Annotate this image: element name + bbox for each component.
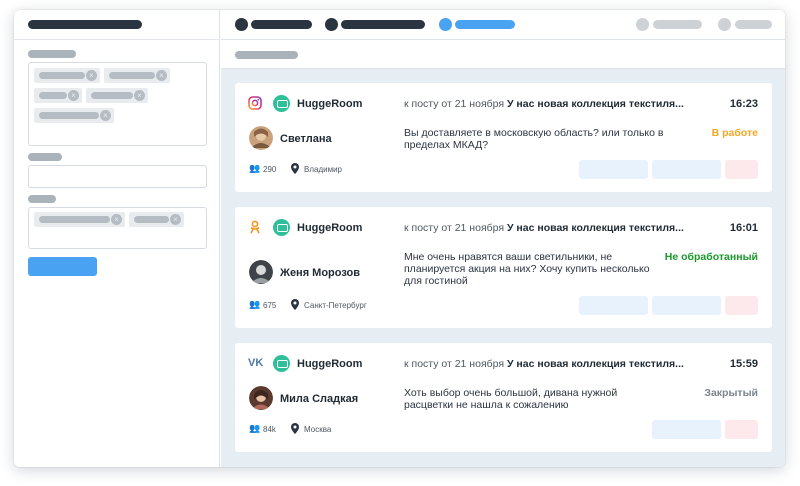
brand-logo-icon <box>273 219 290 236</box>
post-reference[interactable]: к посту от 21 ноября У нас новая коллекц… <box>404 358 684 370</box>
top-navigation <box>221 10 785 40</box>
instagram-icon <box>248 96 262 110</box>
post-title[interactable]: У нас новая коллекция текстиля... <box>507 98 684 110</box>
comment-time: 16:01 <box>729 222 758 234</box>
post-reference[interactable]: к посту от 21 ноября У нас новая коллекц… <box>404 222 684 234</box>
odnoklassniki-icon <box>250 220 260 234</box>
vk-icon: VK <box>248 357 264 369</box>
apply-filter-button[interactable] <box>28 257 97 276</box>
settings-menu[interactable] <box>735 20 772 29</box>
user-name[interactable]: Светлана <box>280 133 332 145</box>
filter-label-placeholder <box>28 195 56 203</box>
user-name[interactable]: Женя Морозов <box>280 267 360 279</box>
status-badge: Не обработанный <box>664 251 758 263</box>
feed-header <box>221 40 785 69</box>
user-menu[interactable] <box>653 20 702 29</box>
nav-tab-active[interactable] <box>455 20 515 29</box>
delete-button[interactable] <box>725 160 758 179</box>
user-avatar[interactable] <box>249 260 273 284</box>
action-button[interactable] <box>652 160 721 179</box>
post-ref-label: к посту от 21 ноября <box>404 358 505 370</box>
post-title[interactable]: У нас новая коллекция текстиля... <box>507 358 684 370</box>
comment-card[interactable]: HuggeRoom к посту от 21 ноября У нас нов… <box>235 207 772 328</box>
filter-label-placeholder <box>28 50 76 58</box>
brand-logo-icon <box>273 355 290 372</box>
remove-chip-icon[interactable]: × <box>100 110 111 121</box>
nav-tab[interactable] <box>341 20 425 29</box>
post-reference[interactable]: к посту от 21 ноября У нас новая коллекц… <box>404 98 684 110</box>
user-menu-icon[interactable] <box>636 18 649 31</box>
comment-card[interactable]: VK HuggeRoom к посту от 21 ноября У нас … <box>235 343 772 452</box>
followers-icon: 👥 <box>249 423 261 433</box>
user-name[interactable]: Мила Сладкая <box>280 393 358 405</box>
comment-time: 15:59 <box>729 358 758 370</box>
location-pin-icon <box>291 163 299 174</box>
remove-chip-icon[interactable]: × <box>68 90 79 101</box>
text-filter-field[interactable] <box>28 165 207 188</box>
tag-filter-field[interactable]: × × × × × <box>28 62 207 146</box>
filter-chip[interactable]: × <box>34 108 114 123</box>
location-pin-icon <box>291 423 299 434</box>
filter-sidebar: × × × × × × × <box>14 10 220 467</box>
nav-tab-icon[interactable] <box>325 18 338 31</box>
action-button[interactable] <box>579 160 648 179</box>
action-button[interactable] <box>652 420 721 439</box>
user-avatar[interactable] <box>249 126 273 150</box>
nav-tab-icon[interactable] <box>235 18 248 31</box>
followers-count: 84k <box>263 425 276 434</box>
main-panel: HuggeRoom к посту от 21 ноября У нас нов… <box>221 10 785 467</box>
feed-title-placeholder <box>235 51 298 59</box>
nav-tab-active-icon[interactable] <box>439 18 452 31</box>
post-title[interactable]: У нас новая коллекция текстиля... <box>507 222 684 234</box>
status-badge: Закрытый <box>704 387 758 399</box>
remove-chip-icon[interactable]: × <box>86 70 97 81</box>
filter-chip[interactable]: × <box>34 212 125 227</box>
tag-filter-field[interactable]: × × <box>28 207 207 249</box>
brand-name: HuggeRoom <box>297 358 363 370</box>
filter-chip[interactable]: × <box>104 68 170 83</box>
user-city: Владимир <box>304 165 343 174</box>
delete-button[interactable] <box>725 296 758 315</box>
followers-icon: 👥 <box>249 299 261 309</box>
comment-text: Хоть выбор очень большой, дивана нужной … <box>404 387 618 411</box>
followers-count: 290 <box>263 165 277 174</box>
filter-chip[interactable]: × <box>129 212 184 227</box>
followers-count: 675 <box>263 301 277 310</box>
action-button[interactable] <box>579 296 648 315</box>
nav-tab[interactable] <box>251 20 312 29</box>
post-ref-label: к посту от 21 ноября <box>404 98 505 110</box>
brand-name: HuggeRoom <box>297 98 363 110</box>
comment-text: Мне очень нравятся ваши светильники, не … <box>404 251 650 287</box>
user-city: Москва <box>304 425 332 434</box>
filter-chip[interactable]: × <box>86 88 148 103</box>
sidebar-title-placeholder <box>28 20 142 29</box>
sidebar-header <box>14 10 220 40</box>
post-ref-label: к посту от 21 ноября <box>404 222 505 234</box>
brand-name: HuggeRoom <box>297 222 363 234</box>
user-avatar[interactable] <box>249 386 273 410</box>
action-button[interactable] <box>652 296 721 315</box>
filter-chip[interactable]: × <box>34 68 100 83</box>
settings-menu-icon[interactable] <box>718 18 731 31</box>
filter-label-placeholder <box>28 153 62 161</box>
location-pin-icon <box>291 299 299 310</box>
comment-card[interactable]: HuggeRoom к посту от 21 ноября У нас нов… <box>235 83 772 192</box>
remove-chip-icon[interactable]: × <box>134 90 145 101</box>
status-badge: В работе <box>711 127 758 139</box>
comment-text: Вы доставляете в московскую область? или… <box>404 127 664 151</box>
user-city: Санкт-Петербург <box>304 301 367 310</box>
followers-icon: 👥 <box>249 163 261 173</box>
remove-chip-icon[interactable]: × <box>170 214 181 225</box>
remove-chip-icon[interactable]: × <box>156 70 167 81</box>
filter-chip[interactable]: × <box>34 88 82 103</box>
brand-logo-icon <box>273 95 290 112</box>
delete-button[interactable] <box>725 420 758 439</box>
comment-time: 16:23 <box>729 98 758 110</box>
app-window: × × × × × × × HuggeRoom к посту от 21 но… <box>14 10 785 467</box>
remove-chip-icon[interactable]: × <box>111 214 122 225</box>
